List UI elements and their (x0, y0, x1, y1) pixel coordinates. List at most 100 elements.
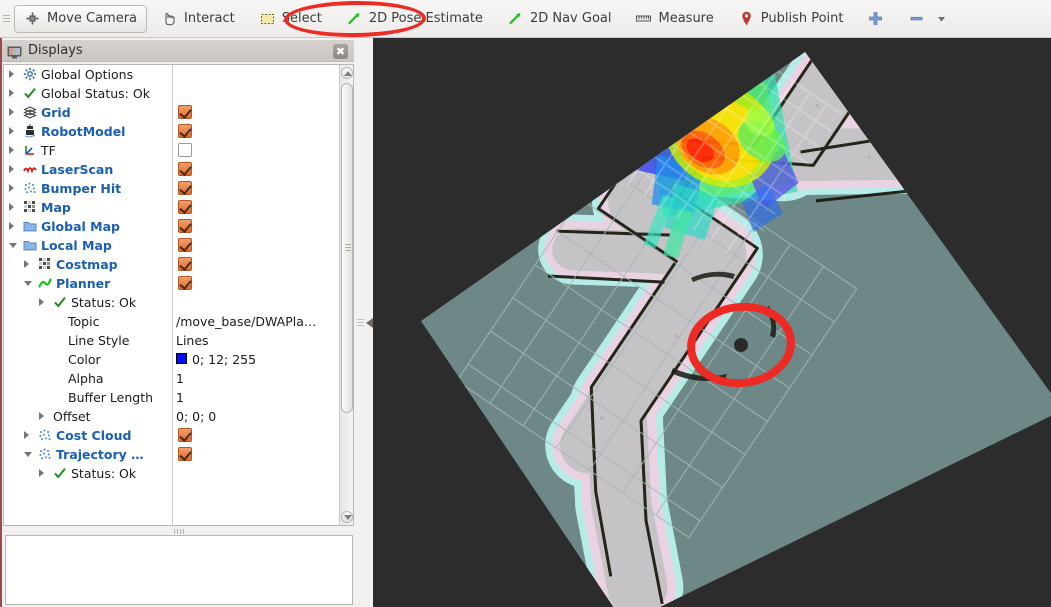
property-description-box (5, 535, 353, 605)
visibility-checkbox[interactable] (178, 276, 192, 290)
displays-tree[interactable]: Global Options Global Status: Ok Grid Robot… (4, 65, 340, 525)
tool-publish-point[interactable]: Publish Point (728, 5, 854, 33)
visibility-checkbox[interactable] (178, 143, 192, 157)
tree-row-label: Global Map (41, 219, 120, 234)
tree-row-label: Local Map (41, 238, 112, 253)
expand-arrow-closed-icon[interactable] (9, 184, 14, 192)
expand-arrow-closed-icon[interactable] (9, 108, 14, 116)
color-swatch[interactable] (176, 353, 187, 364)
tree-row-label: Costmap (56, 257, 118, 272)
pointcloud-icon (38, 428, 52, 442)
tool-2d-pose-estimate[interactable]: 2D Pose Estimate (336, 5, 493, 33)
visibility-checkbox[interactable] (178, 447, 192, 461)
tree-row[interactable]: Alpha 1 (4, 369, 340, 388)
tool-add-tool[interactable] (857, 5, 894, 33)
expand-arrow-closed-icon[interactable] (9, 222, 14, 230)
expand-arrow-closed-icon[interactable] (9, 165, 14, 173)
close-icon[interactable]: ✖ (333, 44, 348, 59)
tool-2d-nav-goal[interactable]: 2D Nav Goal (497, 5, 622, 33)
expand-arrow-closed-icon[interactable] (9, 89, 14, 97)
scene-canvas (373, 38, 1051, 607)
visibility-checkbox[interactable] (178, 105, 192, 119)
toolbar-drag-handle[interactable] (0, 0, 12, 38)
tree-row[interactable]: Buffer Length 1 (4, 388, 340, 407)
tree-row[interactable]: Trajectory … (4, 445, 340, 464)
tree-row[interactable]: Grid (4, 103, 340, 122)
tree-row[interactable]: Map (4, 198, 340, 217)
tree-row[interactable]: Planner (4, 274, 340, 293)
tree-row-label: Status: Ok (71, 466, 137, 481)
tree-row-label: Line Style (68, 333, 130, 348)
tree-row[interactable]: Line Style Lines (4, 331, 340, 350)
expand-arrow-closed-icon[interactable] (39, 298, 44, 306)
tree-row-value[interactable]: 1 (176, 390, 184, 405)
visibility-checkbox[interactable] (178, 181, 192, 195)
visibility-checkbox[interactable] (178, 219, 192, 233)
scrollbar-thumb[interactable] (341, 83, 353, 413)
panel-horizontal-splitter[interactable] (3, 527, 354, 535)
main-toolbar: Move Camera Interact Select 2D Pose Esti… (0, 0, 1051, 38)
visibility-checkbox[interactable] (178, 200, 192, 214)
collapse-panel-arrow-icon[interactable] (365, 317, 373, 328)
tool-remove-tool[interactable] (898, 5, 935, 33)
tree-row[interactable]: Topic/move_base/DWAPla… (4, 312, 340, 331)
tree-row[interactable]: Costmap (4, 255, 340, 274)
tool-move-camera[interactable]: Move Camera (14, 4, 148, 33)
tool-measure[interactable]: Measure (625, 5, 723, 33)
expand-arrow-open-icon[interactable] (24, 452, 32, 457)
tree-row[interactable]: Status: Ok (4, 464, 340, 483)
tree-row[interactable]: Color 0; 12; 255 (4, 350, 340, 369)
expand-arrow-closed-icon[interactable] (9, 203, 14, 211)
render-view-3d[interactable] (373, 38, 1051, 607)
displays-panel: Displays ✖ Global Options Global Status: … (0, 38, 356, 607)
tree-row-label: Global Options (41, 67, 134, 82)
select-rectangle-icon (259, 10, 276, 27)
tree-row[interactable]: Offset 0; 0; 0 (4, 407, 340, 426)
expand-arrow-closed-icon[interactable] (39, 469, 44, 477)
tree-row[interactable]: TF (4, 141, 340, 160)
tree-row[interactable]: Global Options (4, 65, 340, 84)
expand-arrow-closed-icon[interactable] (9, 127, 14, 135)
expand-arrow-closed-icon[interactable] (24, 431, 29, 439)
tree-row-value[interactable]: Lines (176, 333, 209, 348)
panel-view-splitter[interactable] (356, 38, 373, 607)
tool-select-label: Select (281, 11, 322, 26)
tree-row-value[interactable]: 0; 0; 0 (176, 409, 216, 424)
tree-row[interactable]: Global Map (4, 217, 340, 236)
tree-row[interactable]: RobotModel (4, 122, 340, 141)
tree-row-label: Status: Ok (71, 295, 137, 310)
tree-row[interactable]: Cost Cloud (4, 426, 340, 445)
tree-row-label: Bumper Hit (41, 181, 122, 196)
visibility-checkbox[interactable] (178, 162, 192, 176)
tree-row-value[interactable]: /move_base/DWAPla… (176, 314, 316, 329)
tree-row-value[interactable]: 0; 12; 255 (192, 352, 256, 367)
visibility-checkbox[interactable] (178, 257, 192, 271)
tree-row[interactable]: Status: Ok (4, 293, 340, 312)
tree-vertical-scrollbar[interactable] (339, 65, 353, 525)
scroll-up-arrow[interactable] (341, 67, 353, 79)
expand-arrow-open-icon[interactable] (24, 281, 32, 286)
path-icon (38, 276, 52, 290)
expand-arrow-closed-icon[interactable] (9, 70, 14, 78)
expand-arrow-closed-icon[interactable] (24, 260, 29, 268)
expand-arrow-open-icon[interactable] (9, 243, 17, 248)
map-pin-icon (738, 10, 755, 27)
scroll-down-arrow[interactable] (341, 511, 353, 523)
visibility-checkbox[interactable] (178, 238, 192, 252)
visibility-checkbox[interactable] (178, 124, 192, 138)
tree-row-label: RobotModel (41, 124, 126, 139)
tree-row-value[interactable]: 1 (176, 371, 184, 386)
tool-select[interactable]: Select (249, 5, 332, 33)
expand-arrow-closed-icon[interactable] (9, 146, 14, 154)
visibility-checkbox[interactable] (178, 428, 192, 442)
tree-row-label: Offset (53, 409, 91, 424)
tree-row[interactable]: Global Status: Ok (4, 84, 340, 103)
laserscan-icon (23, 162, 37, 176)
tool-interact[interactable]: Interact (151, 5, 245, 33)
tool-overflow-menu[interactable] (931, 5, 952, 33)
tree-row[interactable]: Bumper Hit (4, 179, 340, 198)
expand-arrow-closed-icon[interactable] (39, 412, 44, 420)
rviz-window: Move Camera Interact Select 2D Pose Esti… (0, 0, 1051, 607)
tree-row[interactable]: Local Map (4, 236, 340, 255)
tree-row[interactable]: LaserScan (4, 160, 340, 179)
